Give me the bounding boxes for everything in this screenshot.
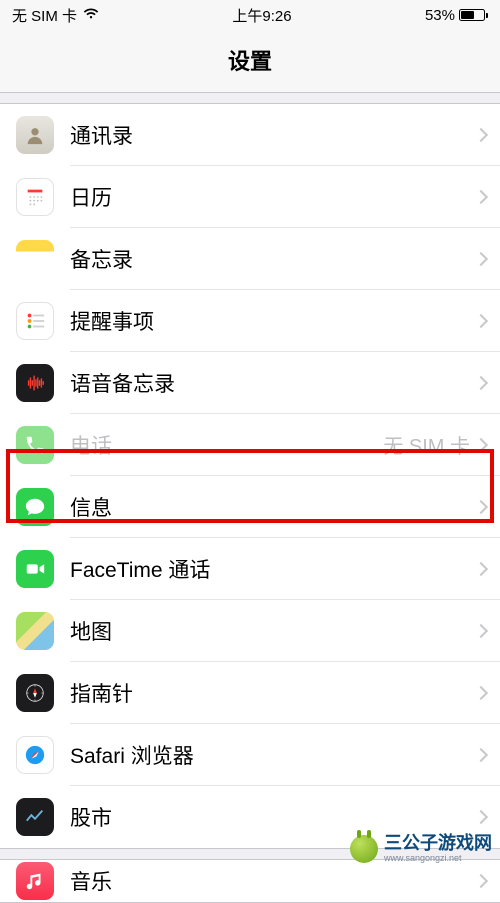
settings-item-reminders[interactable]: 提醒事项 [0,290,500,352]
chevron-right-icon [474,127,488,141]
page-title: 设置 [0,44,500,76]
status-bar: 无 SIM 卡 上午9:26 53% [0,0,500,30]
settings-item-phone[interactable]: 电话 无 SIM 卡 [0,414,500,476]
facetime-icon [16,550,54,588]
item-label: 通讯录 [70,120,476,150]
contacts-icon [16,116,54,154]
settings-item-facetime[interactable]: FaceTime 通话 [0,538,500,600]
stocks-icon [16,798,54,836]
status-left: 无 SIM 卡 [12,5,99,26]
settings-header: 设置 [0,30,500,93]
safari-icon [16,736,54,774]
chevron-right-icon [474,375,488,389]
settings-item-safari[interactable]: Safari 浏览器 [0,724,500,786]
reminders-icon [16,302,54,340]
item-label: 股市 [70,802,476,832]
item-label: 信息 [70,492,476,522]
wifi-icon [83,7,99,24]
item-label: 提醒事项 [70,306,476,336]
watermark-brand: 三公子游戏网 [384,834,492,852]
chevron-right-icon [474,810,488,824]
calendar-icon [16,178,54,216]
item-label: 音乐 [70,866,476,896]
messages-icon [16,488,54,526]
phone-icon [16,426,54,464]
chevron-right-icon [474,747,488,761]
item-label: 备忘录 [70,244,476,274]
chevron-right-icon [474,561,488,575]
settings-item-calendar[interactable]: 日历 [0,166,500,228]
chevron-right-icon [474,623,488,637]
battery-icon [459,9,488,21]
settings-list-group-1: 通讯录 日历 备忘录 提醒事项 语音备忘录 [0,103,500,849]
time-label: 上午9:26 [232,5,291,26]
voicememos-icon [16,364,54,402]
settings-item-messages[interactable]: 信息 [0,476,500,538]
chevron-right-icon [474,874,488,888]
battery-pct-label: 53% [425,7,455,24]
settings-item-contacts[interactable]: 通讯录 [0,104,500,166]
maps-icon [16,612,54,650]
carrier-label: 无 SIM 卡 [12,5,77,26]
item-label: 语音备忘录 [70,368,476,398]
settings-item-music[interactable]: 音乐 [0,860,500,902]
item-detail: 无 SIM 卡 [383,430,470,459]
watermark: 三公子游戏网 www.sangongzi.net [350,834,492,863]
chevron-right-icon [474,251,488,265]
settings-item-notes[interactable]: 备忘录 [0,228,500,290]
chevron-right-icon [474,313,488,327]
group-separator [0,93,500,103]
music-icon [16,862,54,900]
status-right: 53% [425,7,488,24]
settings-item-compass[interactable]: 指南针 [0,662,500,724]
chevron-right-icon [474,189,488,203]
item-label: Safari 浏览器 [70,740,476,770]
chevron-right-icon [474,685,488,699]
compass-icon [16,674,54,712]
item-label: FaceTime 通话 [70,554,476,584]
item-label: 地图 [70,616,476,646]
item-label: 指南针 [70,678,476,708]
watermark-domain: www.sangongzi.net [384,854,492,863]
settings-item-maps[interactable]: 地图 [0,600,500,662]
chevron-right-icon [474,499,488,513]
settings-list-group-2: 音乐 [0,859,500,903]
item-label: 电话 [70,430,383,460]
item-label: 日历 [70,182,476,212]
notes-icon [16,240,54,278]
watermark-logo-icon [350,835,378,863]
settings-item-voicememos[interactable]: 语音备忘录 [0,352,500,414]
chevron-right-icon [474,437,488,451]
